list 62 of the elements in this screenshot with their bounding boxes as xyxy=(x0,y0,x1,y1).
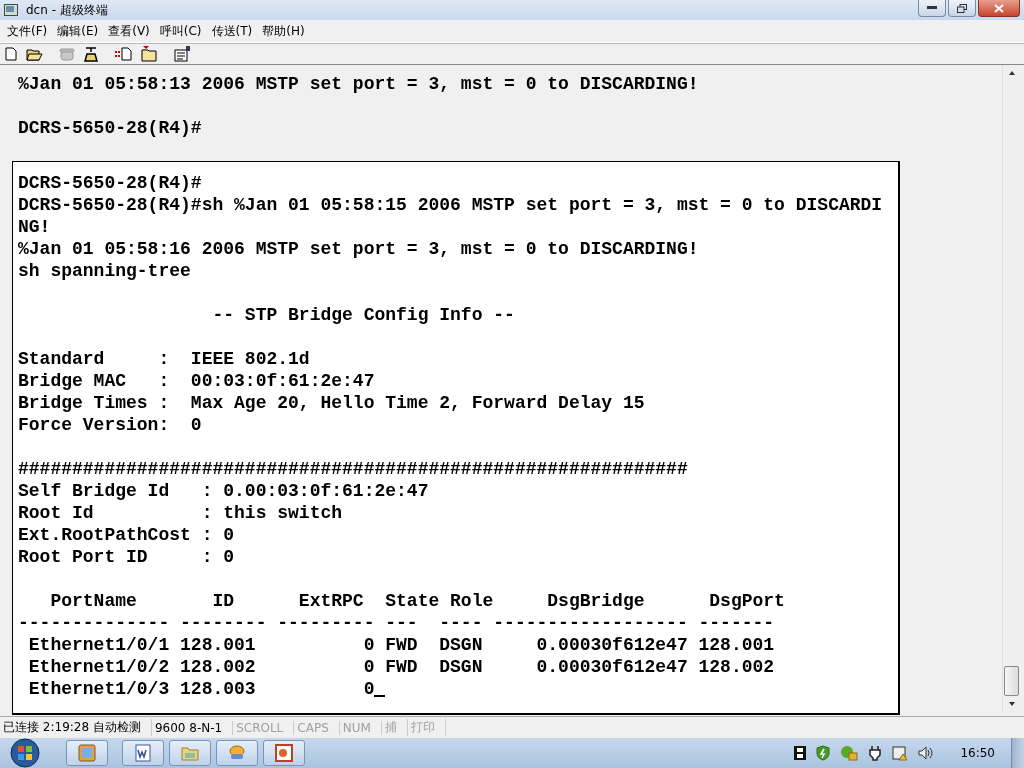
terminal-line: %Jan 01 05:58:16 2006 MSTP set port = 3, mst = 0 to DISCARDING! xyxy=(18,238,699,260)
terminal-line: DCRS-5650-28(R4)# xyxy=(18,172,202,194)
menu-item[interactable]: 传送(T) xyxy=(206,20,258,42)
menu-item[interactable]: 呼叫(C) xyxy=(154,20,207,42)
terminal-line: NG! xyxy=(18,216,51,238)
document-icon xyxy=(134,744,152,762)
status-text: NUM xyxy=(339,720,382,735)
terminal-line: sh spanning-tree xyxy=(18,260,191,282)
terminal-line: PortName ID ExtRPC State Role DsgBridge DsgPort xyxy=(49,590,785,612)
volume-icon[interactable] xyxy=(918,746,935,760)
taskbar-button[interactable] xyxy=(66,740,108,766)
taskbar-button[interactable] xyxy=(216,740,258,766)
plug-icon[interactable] xyxy=(868,745,883,761)
terminal-line: Force Version: 0 xyxy=(18,414,202,436)
terminal-line: -- STP Bridge Config Info -- xyxy=(211,304,515,326)
restore-icon xyxy=(957,3,967,13)
minimize-button[interactable] xyxy=(918,0,946,17)
window-title: dcn - 超级终端 xyxy=(26,1,109,19)
menu-item[interactable]: 文件(F) xyxy=(2,20,53,42)
terminal-line: ############################################################## xyxy=(18,458,688,480)
taskbar-button[interactable] xyxy=(263,740,305,766)
minimize-icon xyxy=(927,6,937,10)
terminal-line: -------------- -------- --------- --- ---- ------------------ ------- xyxy=(18,612,775,634)
shield-icon[interactable] xyxy=(816,745,831,761)
terminal-line: Bridge MAC : 00:03:0f:61:2e:47 xyxy=(18,370,375,392)
menu-item[interactable]: 查看(V) xyxy=(103,20,155,42)
scroll-down-icon[interactable] xyxy=(1008,702,1015,706)
start-button[interactable] xyxy=(8,738,42,768)
terminal-line: DCRS-5650-28(R4)#sh %Jan 01 05:58:15 2006 MSTP set port = 3, mst = 0 to DISCARDI xyxy=(18,194,883,216)
status-text: 打印 xyxy=(407,719,446,736)
scrollbar-thumb[interactable] xyxy=(1004,666,1019,696)
status-text: CAPS xyxy=(294,720,340,735)
terminal-line: Self Bridge Id : 0.00:03:0f:61:2e:47 xyxy=(18,480,429,502)
app-icon xyxy=(4,4,18,16)
close-icon xyxy=(994,3,1004,13)
status-text: SCROLL xyxy=(233,720,295,735)
restore-button[interactable] xyxy=(948,0,976,17)
terminal-line: %Jan 01 05:58:13 2006 MSTP set port = 3, mst = 0 to DISCARDING! xyxy=(17,73,700,95)
taskbar-button[interactable] xyxy=(169,740,211,766)
terminal-line: Ethernet1/0/1 128.001 0 FWD DSGN 0.00030f612e47 128.001 xyxy=(27,634,775,656)
menu-item[interactable]: 帮助(H) xyxy=(257,20,310,42)
terminal-line: Bridge Times : Max Age 20, Hello Time 2, Forward Delay 15 xyxy=(18,392,645,414)
status-text: 9600 8-N-1 xyxy=(151,720,234,735)
terminal-line: Root Port ID : 0 xyxy=(18,546,235,568)
taskbar-button[interactable] xyxy=(122,740,164,766)
film-icon[interactable] xyxy=(794,746,807,760)
menu-item[interactable]: 编辑(E) xyxy=(52,20,104,42)
status-text: 捕 xyxy=(381,719,408,736)
terminal-line: Standard : IEEE 802.1d xyxy=(18,348,310,370)
terminal-line: Ethernet1/0/2 128.002 0 FWD DSGN 0.00030f612e47 128.002 xyxy=(27,656,775,678)
terminal-line: Root Id : this switch xyxy=(18,502,343,524)
terminal-line: Ethernet1/0/3 128.003 0 xyxy=(27,678,375,700)
status-text: 已连接 2:19:28 自动检测 xyxy=(0,719,152,736)
terminal-line: Ext.RootPathCost : 0 xyxy=(18,524,235,546)
presentation-icon xyxy=(275,744,293,762)
window-icon xyxy=(78,744,96,762)
scroll-up-icon[interactable] xyxy=(1008,71,1015,75)
folder-icon xyxy=(181,745,199,761)
clock: 16:50 xyxy=(960,746,995,760)
text-cursor xyxy=(374,695,386,697)
terminal-line: DCRS-5650-28(R4)# xyxy=(17,117,203,139)
close-button[interactable] xyxy=(978,0,1020,17)
